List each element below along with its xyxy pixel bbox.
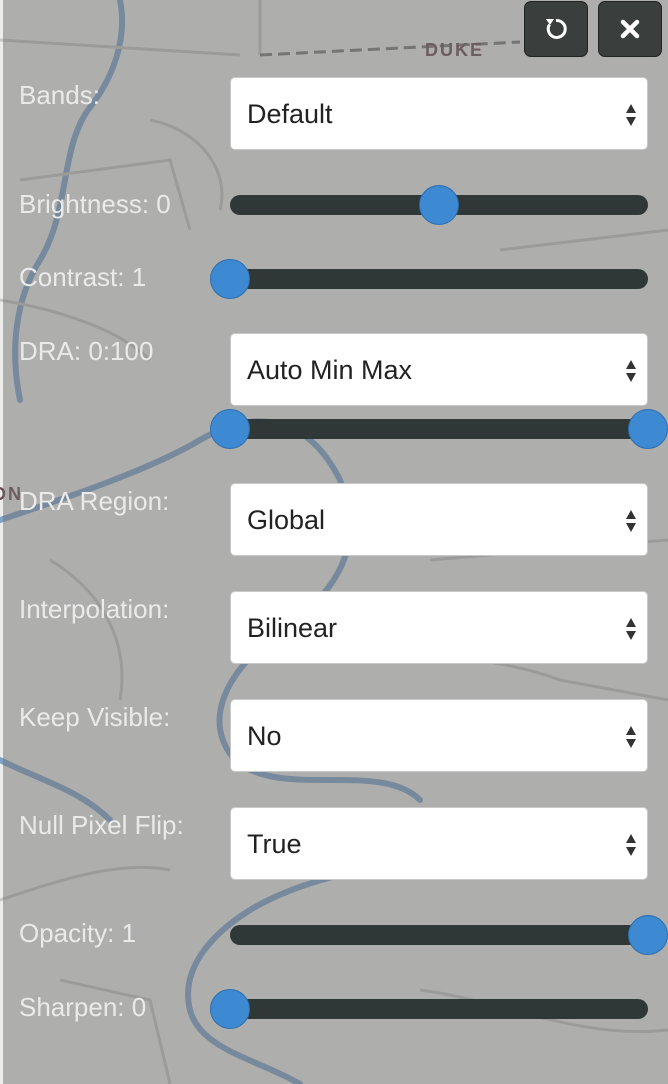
dra-select[interactable]: Auto Min Max xyxy=(230,333,648,406)
select-arrows-icon xyxy=(626,360,636,382)
sharpen-label: Sharpen: 0 xyxy=(19,992,147,1022)
sharpen-slider-thumb[interactable] xyxy=(210,989,250,1029)
keep-visible-select[interactable]: No xyxy=(230,699,648,772)
dra-region-label: DRA Region: xyxy=(19,486,170,516)
opacity-slider[interactable] xyxy=(230,915,668,955)
select-arrows-icon xyxy=(626,618,636,640)
dra-label: DRA: 0:100 xyxy=(19,336,154,366)
close-icon xyxy=(620,19,640,39)
null-pixel-flip-value: True xyxy=(247,829,302,859)
null-pixel-flip-label: Null Pixel Flip: xyxy=(19,810,184,840)
select-arrows-icon xyxy=(626,726,636,748)
dra-region-value: Global xyxy=(247,505,326,535)
dra-range-slider[interactable] xyxy=(210,409,668,449)
opacity-label: Opacity: 1 xyxy=(19,918,137,948)
dra-value: Auto Min Max xyxy=(247,355,413,385)
bands-value: Default xyxy=(247,99,333,129)
bands-label: Bands: xyxy=(19,80,100,110)
dra-max-thumb[interactable] xyxy=(628,409,668,449)
dra-min-thumb[interactable] xyxy=(210,409,250,449)
close-button[interactable] xyxy=(598,1,662,57)
keep-visible-label: Keep Visible: xyxy=(19,702,171,732)
select-arrows-icon xyxy=(626,104,636,126)
interpolation-label: Interpolation: xyxy=(19,594,170,624)
keep-visible-value: No xyxy=(247,721,282,751)
brightness-slider-thumb[interactable] xyxy=(419,185,459,225)
dra-region-select[interactable]: Global xyxy=(230,483,648,556)
contrast-slider[interactable] xyxy=(210,259,648,299)
select-arrows-icon xyxy=(626,510,636,532)
contrast-slider-thumb[interactable] xyxy=(210,259,250,299)
brightness-slider[interactable] xyxy=(230,185,648,225)
select-arrows-icon xyxy=(626,834,636,856)
contrast-label: Contrast: 1 xyxy=(19,262,147,292)
null-pixel-flip-select[interactable]: True xyxy=(230,807,648,880)
reset-button[interactable] xyxy=(524,1,588,57)
opacity-slider-thumb[interactable] xyxy=(628,915,668,955)
reset-icon xyxy=(546,18,567,39)
sharpen-slider[interactable] xyxy=(210,989,648,1029)
bands-select[interactable]: Default xyxy=(230,77,648,150)
interpolation-select[interactable]: Bilinear xyxy=(230,591,648,664)
brightness-label: Brightness: 0 xyxy=(19,189,171,219)
interpolation-value: Bilinear xyxy=(247,613,338,643)
